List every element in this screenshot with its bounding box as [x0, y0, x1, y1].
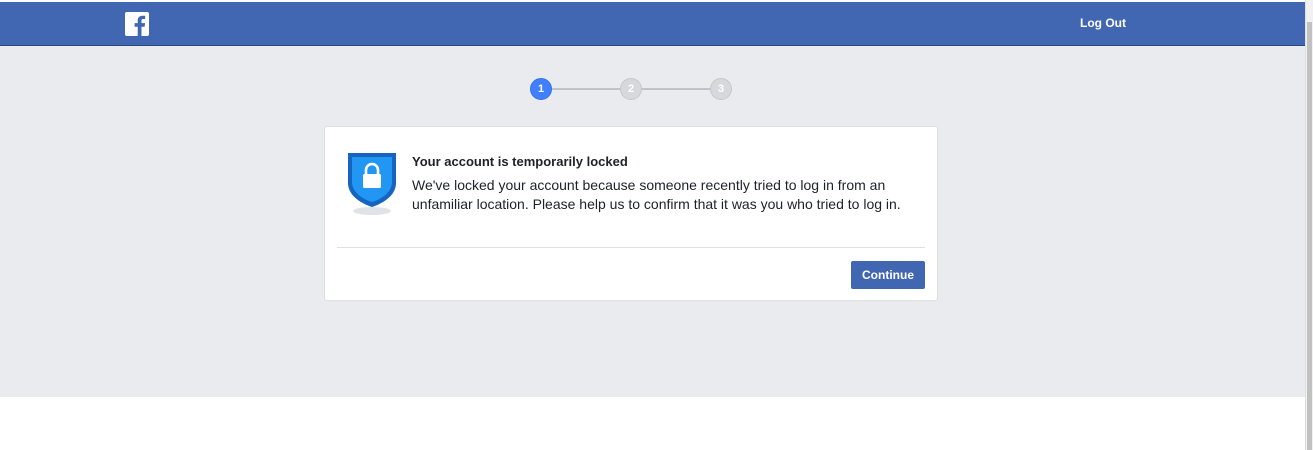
scrollbar-thumb[interactable] — [1307, 22, 1312, 450]
logout-link[interactable]: Log Out — [1080, 16, 1126, 30]
step-connector — [552, 88, 620, 90]
locked-account-card: Your account is temporarily locked We've… — [324, 126, 938, 301]
main-content: 1 2 3 Your account is temporarily locked… — [0, 46, 1305, 397]
step-2: 2 — [620, 78, 642, 100]
facebook-logo-icon[interactable] — [125, 12, 149, 36]
step-1: 1 — [530, 78, 552, 100]
card-title: Your account is temporarily locked — [412, 154, 628, 169]
continue-button[interactable]: Continue — [851, 261, 925, 289]
vertical-scrollbar[interactable] — [1305, 0, 1313, 450]
shield-lock-icon — [348, 153, 396, 215]
card-divider — [337, 247, 925, 248]
top-bar: Log Out — [0, 2, 1305, 46]
progress-stepper: 1 2 3 — [0, 46, 1305, 126]
card-message: We've locked your account because someon… — [412, 177, 901, 212]
step-connector — [642, 88, 710, 90]
step-3: 3 — [710, 78, 732, 100]
